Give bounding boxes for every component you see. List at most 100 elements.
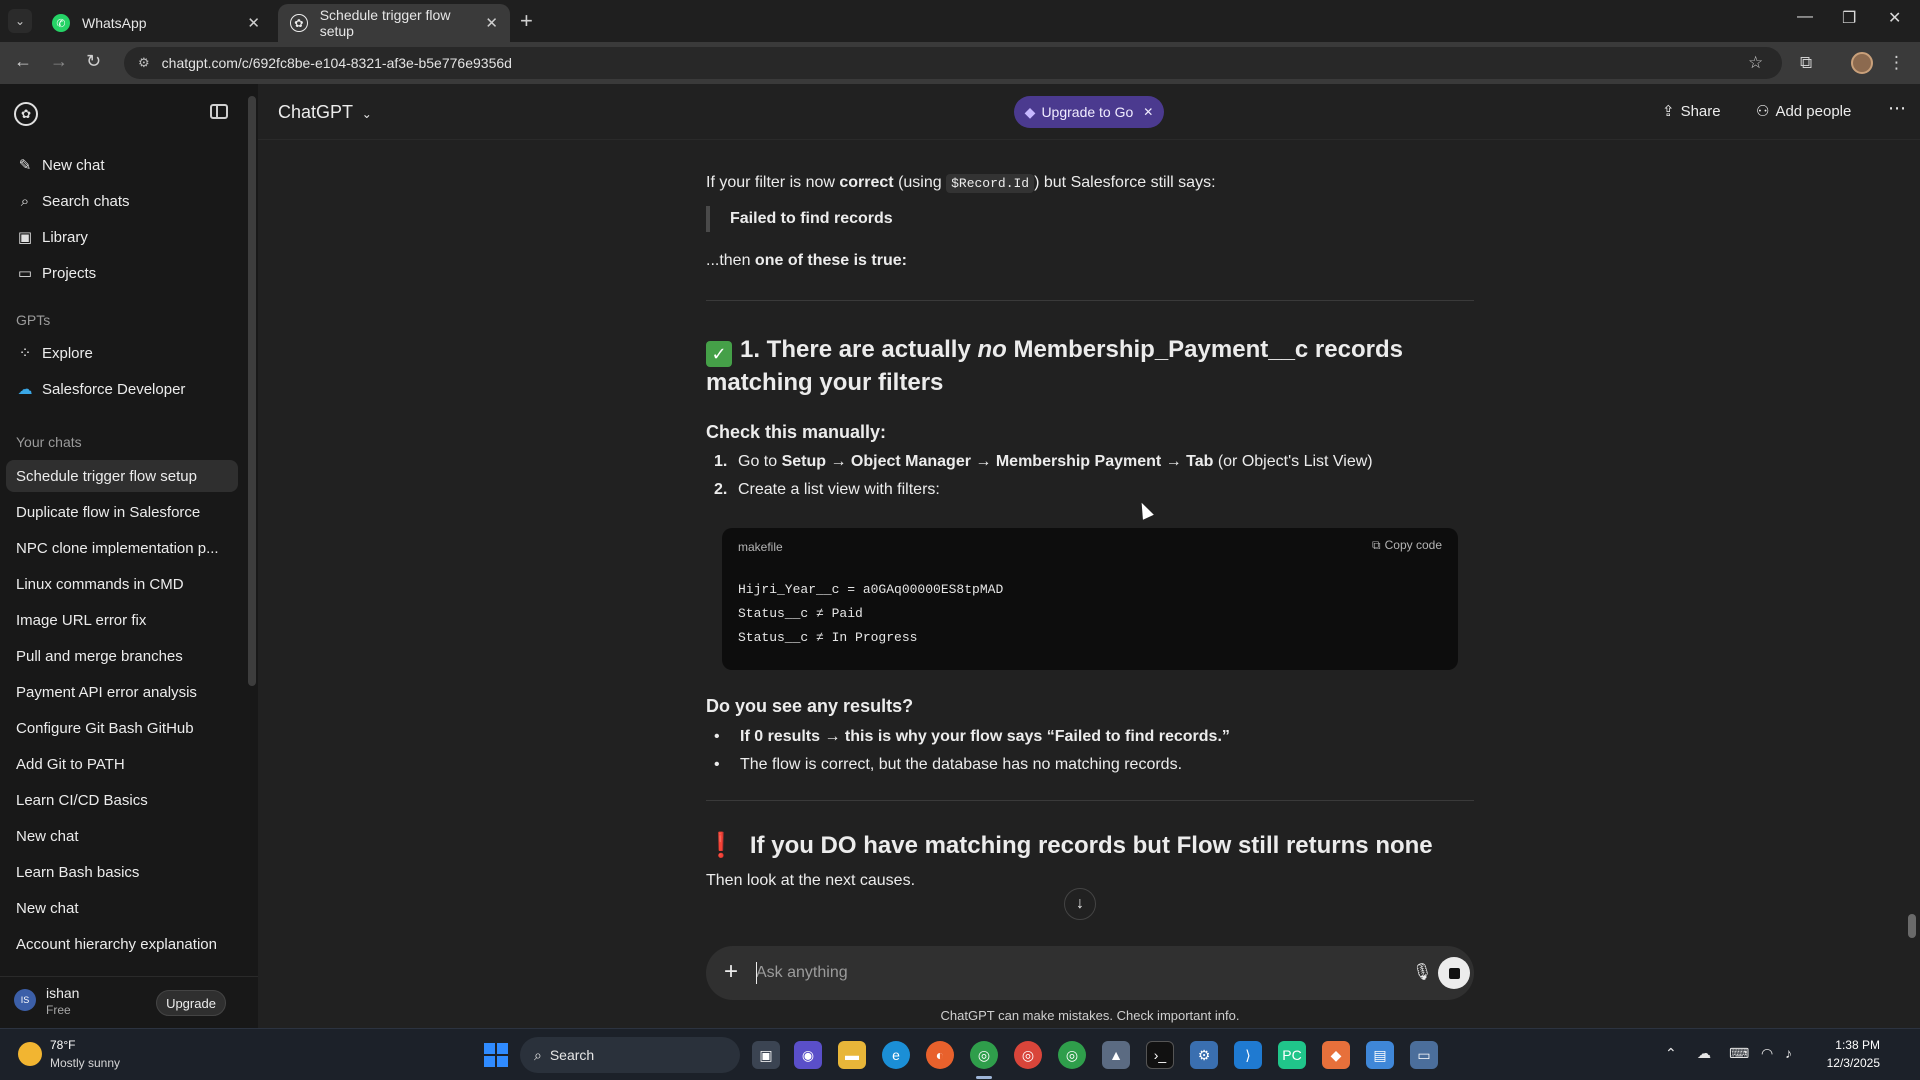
tab-search-menu-button[interactable]: ⌄ (8, 9, 32, 33)
site-info-icon[interactable]: ⚙ (138, 55, 150, 71)
share-button[interactable]: ⇪ Share (1662, 102, 1721, 120)
clock-date[interactable]: 12/3/2025 (1812, 1056, 1880, 1070)
file-explorer-icon[interactable]: ▬ (838, 1041, 866, 1069)
chat-item-active[interactable]: Schedule trigger flow setup (6, 460, 238, 492)
microphone-icon[interactable]: 🎙 (1412, 962, 1432, 982)
tab-whatsapp[interactable]: ✆ WhatsApp ✕ (40, 4, 272, 42)
copy-label: Copy code (1384, 538, 1442, 552)
chrome-alt-icon[interactable]: ◎ (1058, 1041, 1086, 1069)
chat-item[interactable]: Account hierarchy explanation (6, 928, 238, 960)
code-block: makefile ⧉ Copy code Hijri_Year__c = a0GA… (722, 528, 1458, 670)
user-panel[interactable]: IS ishan Free Upgrade (0, 976, 258, 1028)
forward-icon[interactable]: → (50, 51, 68, 72)
sidebar-scrollbar[interactable] (248, 96, 256, 686)
taskbar-search[interactable]: ⌕ Search (520, 1037, 740, 1073)
pycharm-icon[interactable]: PC (1278, 1041, 1306, 1069)
onedrive-icon[interactable]: ☁ (1697, 1045, 1711, 1062)
url-field[interactable]: ⚙ chatgpt.com/c/692fc8be-e104-8321-af3e-… (124, 47, 1782, 79)
divider (706, 800, 1474, 801)
chatgpt-logo-icon[interactable]: ✿ (14, 102, 38, 126)
chat-item[interactable]: Linux commands in CMD (6, 568, 238, 600)
sidebar-item-label: New chat (42, 156, 105, 174)
add-person-icon: ⚇ (1756, 103, 1770, 120)
weather-temp: 78°F (50, 1038, 76, 1052)
main-scrollbar[interactable] (1908, 914, 1916, 938)
more-options-icon[interactable]: ⋯ (1888, 98, 1906, 119)
copy-code-button[interactable]: ⧉ Copy code (1372, 538, 1442, 553)
chat-item[interactable]: Payment API error analysis (6, 676, 238, 708)
chat-item[interactable]: New chat (6, 892, 238, 924)
close-tab-icon[interactable]: ✕ (485, 14, 498, 32)
code-line: Status__c ≠ In Progress (738, 630, 918, 645)
tab-title: Schedule trigger flow setup (319, 7, 451, 39)
copy-icon: ⧉ (1372, 538, 1381, 552)
photos-icon[interactable]: ▲ (1102, 1041, 1130, 1069)
active-app-indicator (976, 1076, 992, 1079)
extensions-icon[interactable]: ⧉ (1800, 53, 1812, 73)
bookmark-star-icon[interactable]: ☆ (1748, 53, 1763, 73)
tab-schedule-trigger-flow[interactable]: ✿ Schedule trigger flow setup ✕ (278, 4, 510, 42)
chat-item[interactable]: Pull and merge branches (6, 640, 238, 672)
chat-item[interactable]: NPC clone implementation p... (6, 532, 238, 564)
chat-item[interactable]: Learn Bash basics (6, 856, 238, 888)
sidebar-item-explore[interactable]: ⁘ Explore (0, 336, 250, 370)
reload-icon[interactable]: ↻ (86, 51, 101, 72)
terminal-icon[interactable]: ›_ (1146, 1041, 1174, 1069)
close-tab-icon[interactable]: ✕ (247, 14, 260, 32)
sidebar-toggle-icon[interactable] (210, 104, 228, 119)
model-selector[interactable]: ChatGPT ⌄ (278, 102, 372, 123)
vscode-icon[interactable]: ⟩ (1234, 1041, 1262, 1069)
salesforce-icon: ☁ (17, 381, 33, 398)
restore-icon[interactable]: ❐ (1842, 8, 1856, 28)
attach-plus-icon[interactable]: + (724, 958, 738, 986)
upgrade-to-go-pill[interactable]: ◆ Upgrade to Go ✕ (1014, 96, 1164, 128)
remote-desktop-icon[interactable]: ▭ (1410, 1041, 1438, 1069)
sidebar-item-library[interactable]: ▣ Library (0, 220, 250, 254)
sidebar-item-new-chat[interactable]: ✎ New chat (0, 148, 250, 182)
chatgpt-icon: ✿ (290, 14, 308, 32)
network-tool-icon[interactable]: ⚙ (1190, 1041, 1218, 1069)
clock-time[interactable]: 1:38 PM (1820, 1038, 1880, 1052)
text: If your filter is now (706, 174, 840, 191)
chat-item[interactable]: Configure Git Bash GitHub (6, 712, 238, 744)
firefox-icon[interactable]: ◐ (926, 1041, 954, 1069)
address-bar-row: ← → ↻ ⚙ chatgpt.com/c/692fc8be-e104-8321… (0, 42, 1920, 84)
volume-icon[interactable]: ♪ (1785, 1045, 1792, 1061)
chrome-profile-icon[interactable]: ◎ (1014, 1041, 1042, 1069)
search-icon: ⌕ (20, 192, 30, 210)
close-icon[interactable]: ✕ (1143, 105, 1153, 119)
git-icon[interactable]: ◆ (1322, 1041, 1350, 1069)
chrome-icon[interactable]: ◎ (970, 1041, 998, 1069)
minimize-icon[interactable]: — (1797, 8, 1813, 26)
chat-item[interactable]: Duplicate flow in Salesforce (6, 496, 238, 528)
chat-item[interactable]: Learn CI/CD Basics (6, 784, 238, 816)
stop-generating-button[interactable] (1438, 957, 1470, 989)
chat-item[interactable]: Add Git to PATH (6, 748, 238, 780)
chat-item[interactable]: New chat (6, 820, 238, 852)
upgrade-button[interactable]: Upgrade (156, 990, 226, 1016)
sidebar-item-search-chats[interactable]: ⌕ Search chats (0, 184, 250, 218)
scroll-to-bottom-button[interactable]: ↓ (1064, 888, 1096, 920)
compose-icon: ✎ (18, 157, 32, 174)
bullet-icon: • (714, 728, 720, 745)
profile-avatar[interactable] (1851, 52, 1873, 74)
tray-overflow-icon[interactable]: ⌃ (1665, 1045, 1677, 1062)
weather-sun-icon[interactable] (18, 1042, 42, 1066)
close-window-icon[interactable]: ✕ (1888, 8, 1901, 28)
add-people-button[interactable]: ⚇ Add people (1756, 102, 1851, 120)
back-icon[interactable]: ← (14, 51, 32, 72)
start-menu-icon[interactable] (484, 1043, 508, 1067)
teams-icon[interactable]: ◉ (794, 1041, 822, 1069)
prompt-input[interactable] (756, 960, 1356, 986)
wifi-icon[interactable]: ◠ (1761, 1045, 1773, 1062)
chat-item[interactable]: Image URL error fix (6, 604, 238, 636)
sidebar-item-label: Search chats (42, 192, 130, 210)
sidebar-item-salesforce-developer[interactable]: ☁ Salesforce Developer (0, 372, 250, 406)
new-tab-button[interactable]: + (520, 8, 533, 34)
keyboard-icon[interactable]: ⌨ (1729, 1045, 1749, 1062)
notepad-icon[interactable]: ▤ (1366, 1041, 1394, 1069)
task-view-icon[interactable]: ▣ (752, 1041, 780, 1069)
browser-menu-icon[interactable]: ⋮ (1888, 53, 1905, 73)
sidebar-item-projects[interactable]: ▭ Projects (0, 256, 250, 290)
edge-icon[interactable]: e (882, 1041, 910, 1069)
